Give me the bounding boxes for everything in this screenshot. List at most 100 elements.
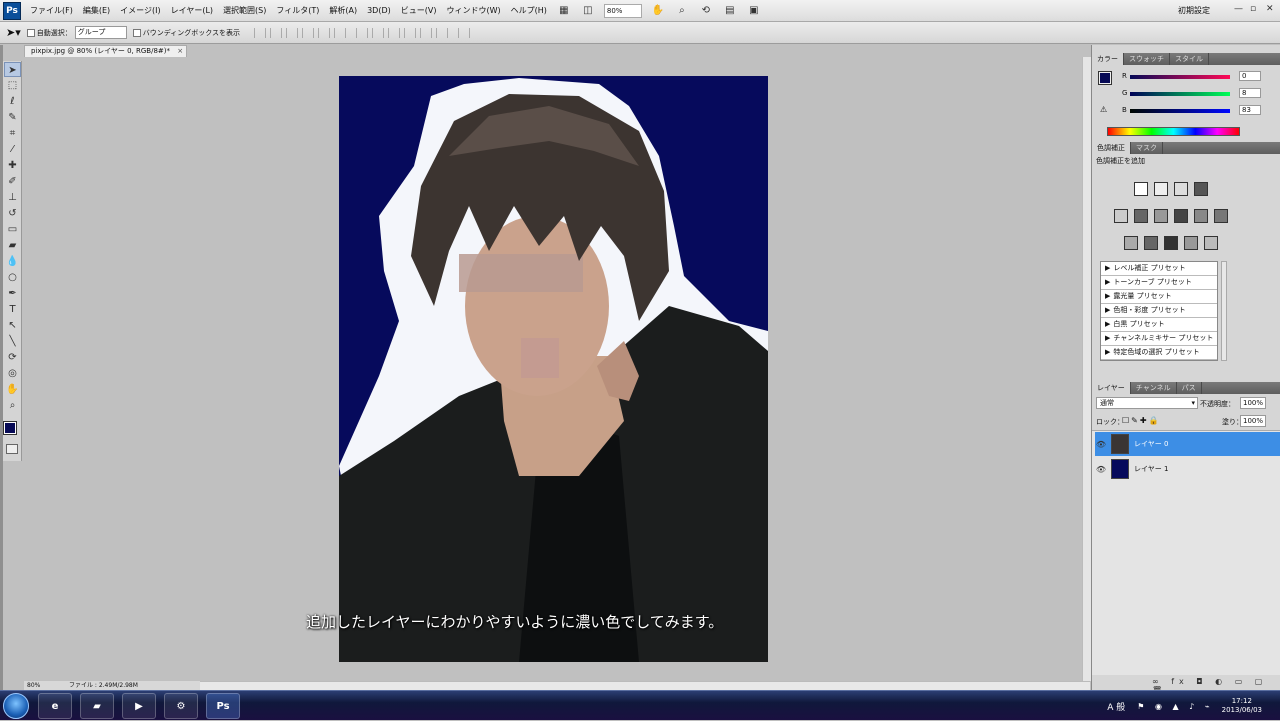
move-tool-icon[interactable]: ➤ — [4, 62, 21, 77]
gradient-map-icon[interactable] — [1184, 236, 1198, 250]
workspace-switcher[interactable]: 初期設定 — [1178, 5, 1210, 16]
preset-exposure[interactable]: ▶ 露光量 プリセット — [1101, 290, 1217, 304]
threshold-icon[interactable] — [1164, 236, 1178, 250]
distribute-bottom-icon[interactable] — [388, 27, 401, 38]
photo-filter-icon[interactable] — [1194, 209, 1208, 223]
tab-styles[interactable]: スタイル — [1170, 53, 1209, 65]
menu-file[interactable]: ファイル(F) — [25, 5, 78, 16]
curves-icon[interactable] — [1174, 182, 1188, 196]
exposure-icon[interactable] — [1194, 182, 1208, 196]
tray-icons[interactable]: ⚑ ◉ ▲ ♪ ⌁ — [1137, 702, 1213, 711]
bridge-icon[interactable]: ▦ — [554, 3, 574, 19]
layer-row-1[interactable]: 👁 レイヤー 1 — [1095, 457, 1280, 481]
preset-curves[interactable]: ▶ トーンカーブ プリセット — [1101, 276, 1217, 290]
vibrance-icon[interactable] — [1114, 209, 1128, 223]
photoshop-logo[interactable]: Ps — [3, 1, 21, 20]
bounding-box-checkbox[interactable] — [132, 28, 141, 37]
align-hcenter-icon[interactable] — [318, 27, 331, 38]
preset-levels[interactable]: ▶ レベル補正 プリセット — [1101, 262, 1217, 276]
menu-image[interactable]: イメージ(I) — [115, 5, 165, 16]
view-extras-icon[interactable]: ◫ — [578, 3, 598, 19]
screen-mode-icon[interactable]: ▣ — [744, 3, 764, 19]
move-tool-preset-icon[interactable]: ➤▾ — [6, 26, 21, 39]
media-player-icon[interactable]: ▶ — [122, 693, 156, 719]
lock-icons[interactable]: ☐✎✚🔒 — [1122, 416, 1161, 425]
app-icon[interactable]: ⚙ — [164, 693, 198, 719]
lasso-tool-icon[interactable]: ℓ — [4, 94, 21, 109]
align-right-icon[interactable] — [334, 27, 347, 38]
menu-analysis[interactable]: 解析(A) — [324, 5, 362, 16]
slider-red-value[interactable]: 0 — [1239, 71, 1261, 81]
internet-explorer-icon[interactable]: e — [38, 693, 72, 719]
align-vcenter-icon[interactable] — [270, 27, 283, 38]
hand-tool-icon[interactable]: ✋ — [648, 3, 668, 19]
restore-icon[interactable]: ▫ — [1250, 4, 1256, 14]
levels-icon[interactable] — [1154, 182, 1168, 196]
distribute-right-icon[interactable] — [436, 27, 449, 38]
tab-channels[interactable]: チャンネル — [1131, 382, 1177, 394]
color-spectrum-bar[interactable] — [1107, 127, 1240, 136]
3d-rotate-tool-icon[interactable]: ⟳ — [4, 350, 21, 365]
channel-mixer-icon[interactable] — [1214, 209, 1228, 223]
quick-mask-icon[interactable] — [6, 444, 18, 454]
menu-select[interactable]: 選択範囲(S) — [218, 5, 271, 16]
align-left-icon[interactable] — [302, 27, 315, 38]
tab-swatches[interactable]: スウォッチ — [1124, 53, 1170, 65]
tab-paths[interactable]: パス — [1177, 382, 1202, 394]
hue-saturation-icon[interactable] — [1134, 209, 1148, 223]
close-icon[interactable]: ✕ — [1266, 4, 1274, 14]
menu-window[interactable]: ウィンドウ(W) — [441, 5, 505, 16]
preset-selective-color[interactable]: ▶ 特定色域の選択 プリセット — [1101, 346, 1217, 360]
menu-view[interactable]: ビュー(V) — [396, 5, 442, 16]
brightness-contrast-icon[interactable] — [1134, 182, 1148, 196]
auto-align-icon[interactable] — [458, 27, 471, 38]
color-balance-icon[interactable] — [1154, 209, 1168, 223]
type-tool-icon[interactable]: T — [4, 302, 21, 317]
tab-color[interactable]: カラー — [1092, 53, 1124, 65]
rotate-view-icon[interactable]: ⟲ — [696, 3, 716, 19]
explorer-folder-icon[interactable]: ▰ — [80, 693, 114, 719]
eyedropper-tool-icon[interactable]: ⁄ — [4, 142, 21, 157]
start-button[interactable] — [3, 693, 29, 719]
eye-icon[interactable]: 👁 — [1095, 465, 1107, 474]
language-indicator[interactable]: A 般 — [1107, 700, 1125, 713]
align-top-icon[interactable] — [254, 27, 267, 38]
slider-red-track[interactable] — [1130, 75, 1230, 79]
preset-list-scrollbar[interactable] — [1221, 261, 1227, 361]
slider-green-value[interactable]: 8 — [1239, 88, 1261, 98]
healing-brush-tool-icon[interactable]: ✚ — [4, 158, 21, 173]
blend-mode-dropdown[interactable]: 通常 ▾ — [1096, 397, 1198, 409]
selective-color-icon[interactable] — [1204, 236, 1218, 250]
slider-blue-value[interactable]: 83 — [1239, 105, 1261, 115]
preset-channel-mixer[interactable]: ▶ チャンネルミキサー プリセット — [1101, 332, 1217, 346]
preset-black-white[interactable]: ▶ 白黒 プリセット — [1101, 318, 1217, 332]
slider-red[interactable]: R 0 — [1122, 71, 1278, 82]
auto-select-dropdown[interactable]: グループ — [74, 26, 127, 39]
eye-icon[interactable]: 👁 — [1095, 440, 1107, 449]
opacity-field[interactable]: 100% — [1240, 397, 1266, 409]
distribute-left-icon[interactable] — [404, 27, 417, 38]
gradient-tool-icon[interactable]: ▰ — [4, 238, 21, 253]
foreground-color-swatch[interactable] — [3, 421, 17, 435]
preset-hue-saturation[interactable]: ▶ 色相・彩度 プリセット — [1101, 304, 1217, 318]
document-tab[interactable]: pixpix.jpg @ 80% (レイヤー 0, RGB/8#)* × — [24, 45, 187, 57]
menu-layer[interactable]: レイヤー(L) — [166, 5, 218, 16]
color-panel-fg-swatch[interactable] — [1098, 71, 1112, 85]
vertical-scrollbar[interactable] — [1082, 57, 1091, 681]
invert-icon[interactable] — [1124, 236, 1138, 250]
brush-tool-icon[interactable]: ✐ — [4, 174, 21, 189]
tab-masks[interactable]: マスク — [1131, 142, 1163, 154]
minimize-icon[interactable]: — — [1234, 4, 1243, 14]
document-close-icon[interactable]: × — [177, 47, 183, 55]
gamut-warning-icon[interactable]: ⚠ — [1100, 105, 1107, 114]
menu-help[interactable]: ヘルプ(H) — [506, 5, 552, 16]
crop-tool-icon[interactable]: ⌗ — [4, 126, 21, 141]
marquee-tool-icon[interactable]: ⬚ — [4, 78, 21, 93]
path-select-tool-icon[interactable]: ↖ — [4, 318, 21, 333]
posterize-icon[interactable] — [1144, 236, 1158, 250]
quick-select-tool-icon[interactable]: ✎ — [4, 110, 21, 125]
clone-stamp-tool-icon[interactable]: ⊥ — [4, 190, 21, 205]
distribute-vcenter-icon[interactable] — [372, 27, 385, 38]
slider-green-track[interactable] — [1130, 92, 1230, 96]
eraser-tool-icon[interactable]: ▭ — [4, 222, 21, 237]
